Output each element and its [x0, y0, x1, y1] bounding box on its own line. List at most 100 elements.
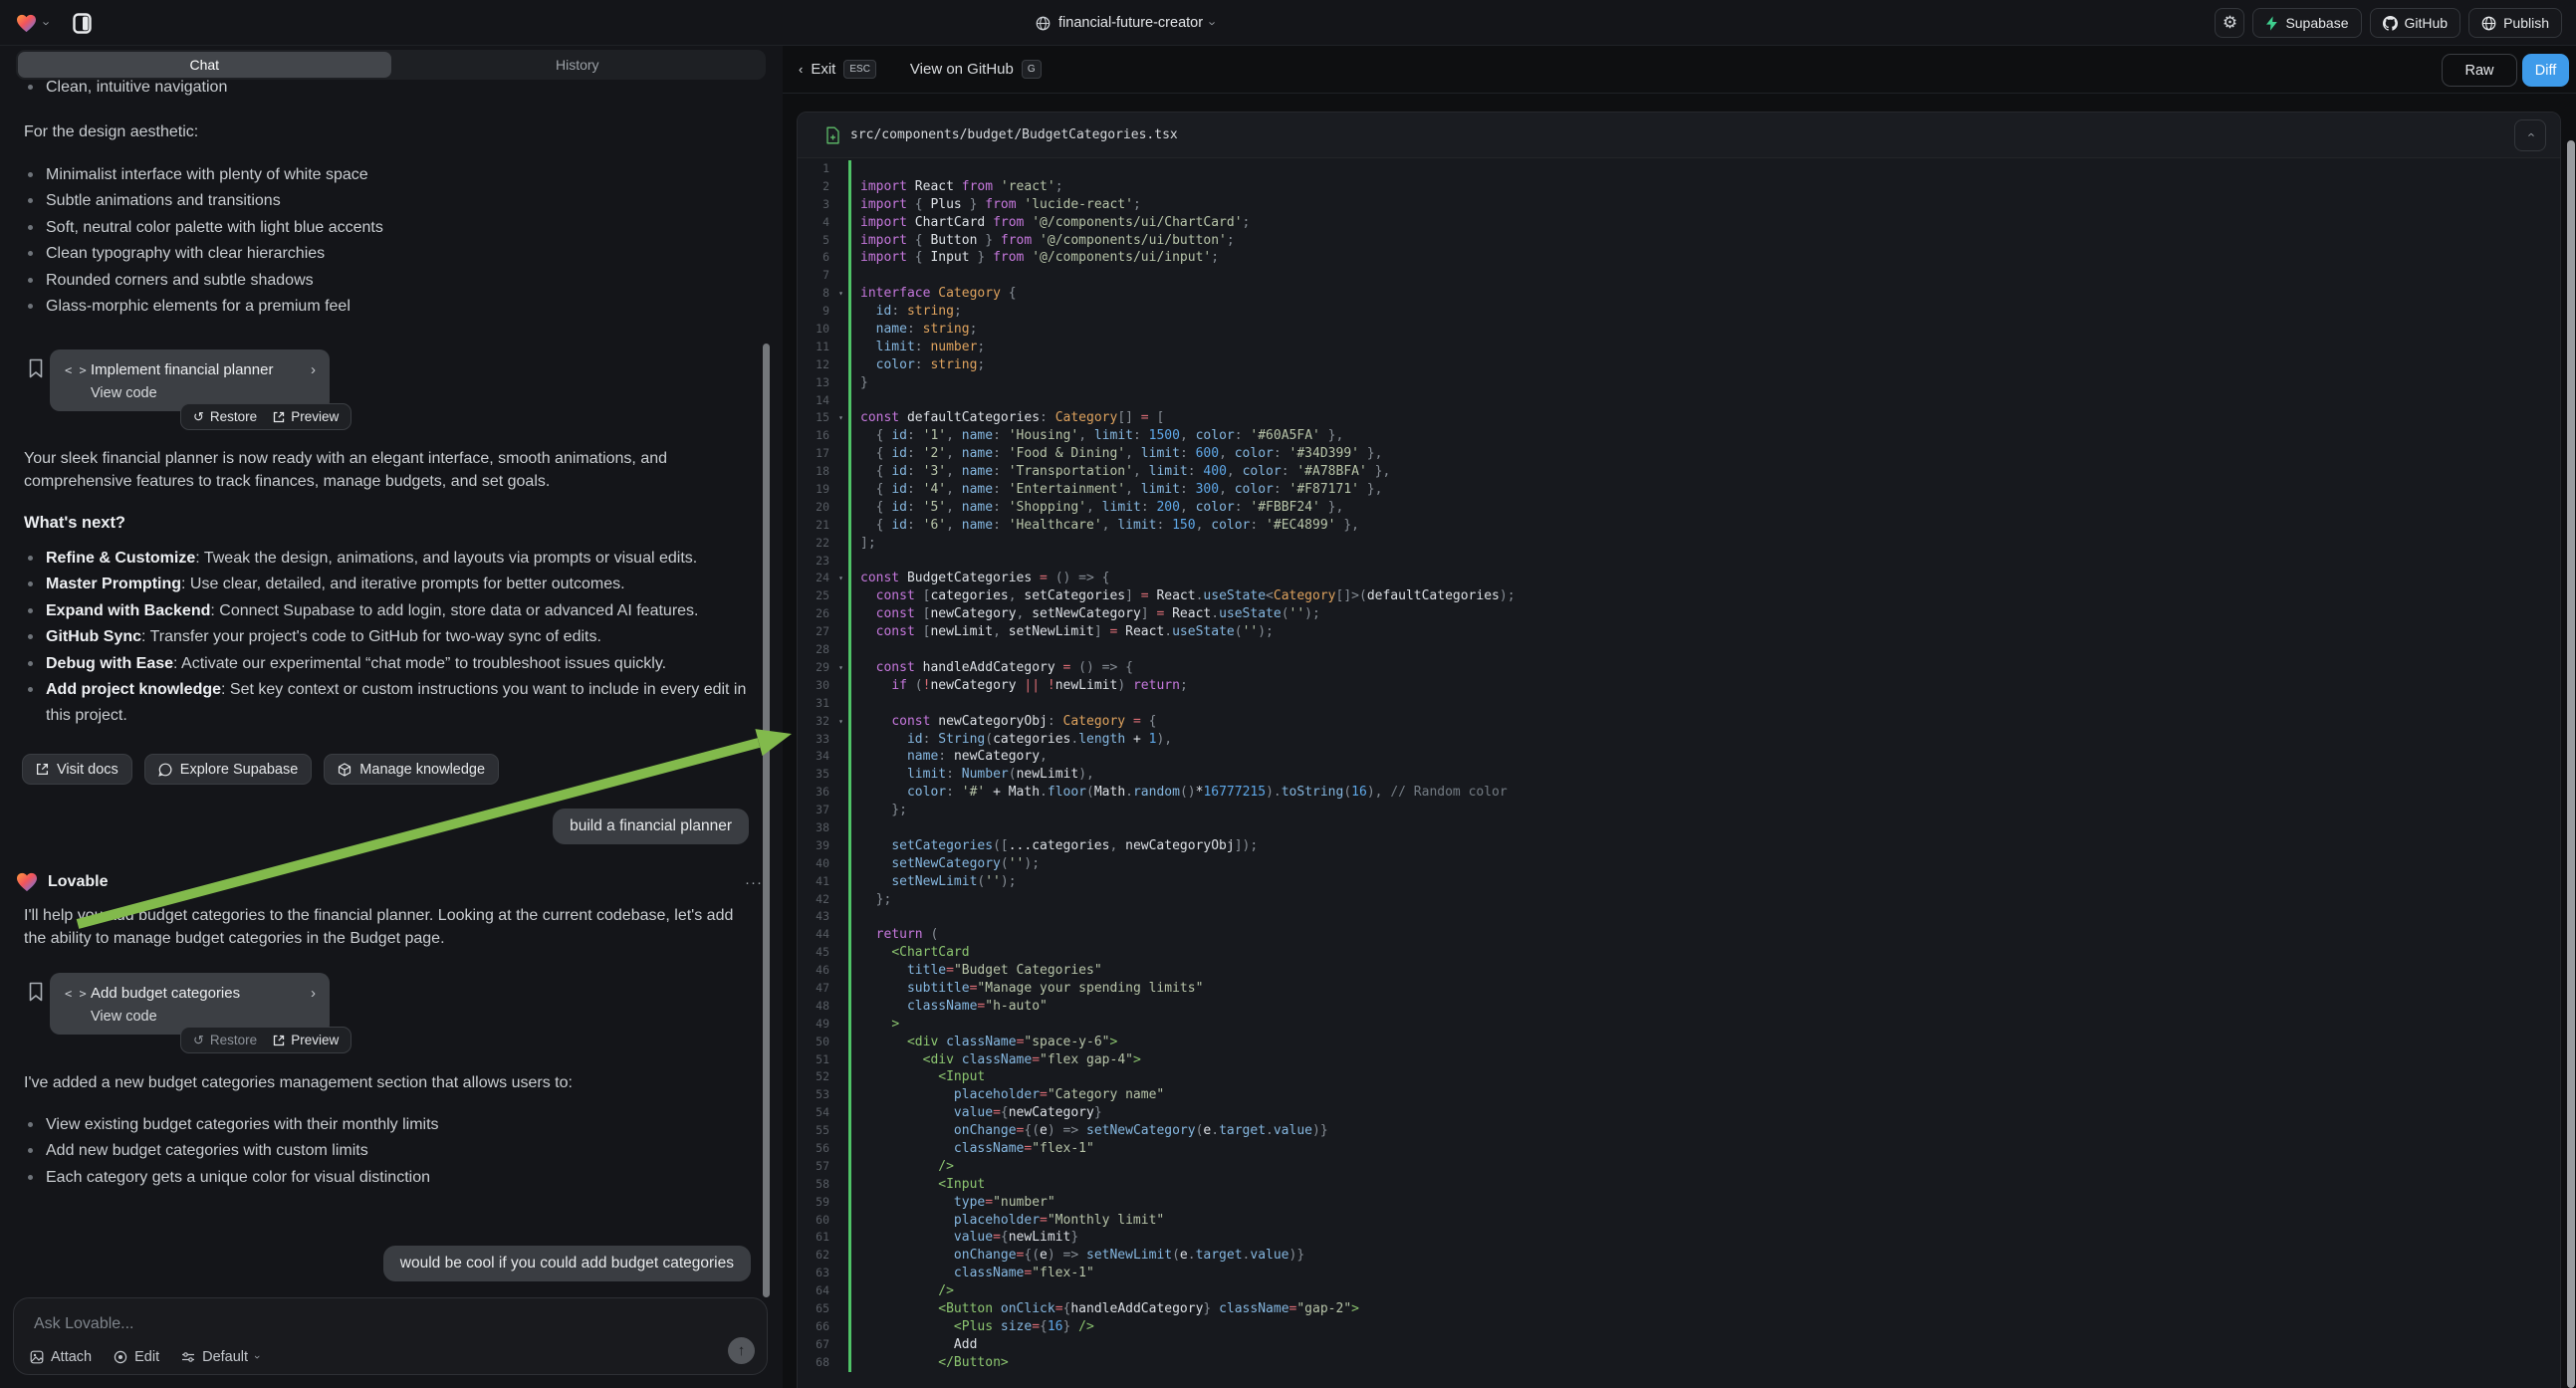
code-line-content: onChange={(e) => setNewLimit(e.target.va… — [848, 1247, 2560, 1265]
raw-toggle-button[interactable]: Raw — [2442, 54, 2517, 87]
toggle-sidebar-button[interactable] — [67, 8, 97, 38]
whats-next-heading: What's next? — [24, 514, 763, 533]
fold-gutter — [833, 178, 848, 196]
fold-chevron-icon[interactable]: ▾ — [833, 713, 848, 731]
line-number: 28 — [798, 641, 833, 659]
github-button[interactable]: GitHub — [2370, 8, 2461, 38]
code-line: 21 { id: '6', name: 'Healthcare', limit:… — [798, 517, 2560, 535]
preview-button[interactable]: Preview — [265, 404, 347, 429]
bookmark-icon[interactable] — [28, 982, 44, 1002]
code-line: 59 type="number" — [798, 1194, 2560, 1212]
chat-panel: Chat History Clean, intuitive navigation… — [0, 46, 783, 1388]
visit-docs-button[interactable]: Visit docs — [22, 754, 132, 785]
supabase-button[interactable]: Supabase — [2252, 8, 2361, 38]
file-header[interactable]: src/components/budget/BudgetCategories.t… — [798, 113, 2560, 158]
message-more-menu[interactable]: ··· — [745, 874, 763, 891]
g-key-badge: G — [1022, 60, 1042, 79]
code-editor[interactable]: 12import React from 'react';3import { Pl… — [798, 158, 2560, 1372]
line-number: 49 — [798, 1016, 833, 1034]
line-number: 13 — [798, 374, 833, 392]
mode-selector[interactable]: Default › — [181, 1349, 259, 1365]
code-line: 50 <div className="space-y-6"> — [798, 1034, 2560, 1051]
github-label: GitHub — [2405, 15, 2449, 31]
code-scrollbar[interactable] — [2567, 140, 2575, 1388]
view-on-github-button[interactable]: View on GitHub G — [910, 60, 1042, 79]
user-message-bubble: would be cool if you could add budget ca… — [383, 1246, 751, 1281]
chat-bubble-icon — [158, 763, 172, 777]
send-button[interactable]: ↑ — [728, 1337, 755, 1364]
line-number: 12 — [798, 356, 833, 374]
fold-chevron-icon[interactable]: ▾ — [833, 409, 848, 427]
code-line-content: limit: Number(newLimit), — [848, 766, 2560, 784]
fold-gutter — [833, 891, 848, 909]
code-line-content: const [categories, setCategories] = Reac… — [848, 587, 2560, 605]
code-line: 60 placeholder="Monthly limit" — [798, 1212, 2560, 1230]
publish-button[interactable]: Publish — [2468, 8, 2562, 38]
line-number: 65 — [798, 1300, 833, 1318]
code-line-content: limit: number; — [848, 339, 2560, 356]
fold-chevron-icon[interactable]: ▾ — [833, 285, 848, 303]
exit-button[interactable]: ‹ Exit esc — [799, 60, 876, 79]
project-switcher[interactable]: financial-future-creator › — [1036, 0, 1215, 46]
code-line-content: const [newLimit, setNewLimit] = React.us… — [848, 623, 2560, 641]
lovable-logo-icon[interactable] — [16, 14, 37, 33]
restore-button[interactable]: ↺Restore — [185, 404, 265, 429]
code-line: 16 { id: '1', name: 'Housing', limit: 15… — [798, 427, 2560, 445]
list-item: Clean, intuitive navigation — [24, 75, 763, 101]
code-line: 29▾ const handleAddCategory = () => { — [798, 659, 2560, 677]
code-line-content — [848, 267, 2560, 285]
fold-gutter — [833, 1336, 848, 1354]
code-line: 24▾const BudgetCategories = () => { — [798, 570, 2560, 587]
chevron-up-icon: › — [2523, 132, 2538, 136]
fold-chevron-icon[interactable]: ▾ — [833, 659, 848, 677]
line-number: 52 — [798, 1068, 833, 1086]
code-line: 52 <Input — [798, 1068, 2560, 1086]
edit-button[interactable]: Edit — [114, 1349, 159, 1365]
view-code-link[interactable]: View code — [91, 1009, 316, 1025]
chat-scrollbar[interactable] — [763, 344, 770, 1297]
line-number: 62 — [798, 1247, 833, 1265]
code-line: 44 return ( — [798, 926, 2560, 944]
version-card-implement-financial-planner[interactable]: < > Implement financial planner › View c… — [50, 349, 330, 411]
line-number: 30 — [798, 677, 833, 695]
collapse-file-button[interactable]: › — [2514, 119, 2546, 151]
code-line-content: className="flex-1" — [848, 1140, 2560, 1158]
code-line-content: /> — [848, 1158, 2560, 1176]
view-code-link[interactable]: View code — [91, 385, 316, 401]
version-card-title: Implement financial planner — [91, 361, 311, 378]
image-icon — [30, 1350, 44, 1364]
fold-chevron-icon[interactable]: ▾ — [833, 570, 848, 587]
restore-button[interactable]: ↺Restore — [185, 1028, 265, 1052]
line-number: 6 — [798, 249, 833, 267]
code-line: 43 — [798, 908, 2560, 926]
fold-gutter — [833, 445, 848, 463]
code-line-content: className="h-auto" — [848, 998, 2560, 1016]
line-number: 37 — [798, 802, 833, 819]
line-number: 59 — [798, 1194, 833, 1212]
code-line: 68 </Button> — [798, 1354, 2560, 1372]
code-line-content: <Button onClick={handleAddCategory} clas… — [848, 1300, 2560, 1318]
line-number: 68 — [798, 1354, 833, 1372]
fold-gutter — [833, 802, 848, 819]
preview-button[interactable]: Preview — [265, 1028, 347, 1052]
logo-menu-chevron-icon[interactable]: › — [40, 21, 55, 25]
settings-button[interactable]: ⚙ — [2215, 8, 2244, 38]
code-line-content: <div className="flex gap-4"> — [848, 1051, 2560, 1069]
code-line: 35 limit: Number(newLimit), — [798, 766, 2560, 784]
line-number: 2 — [798, 178, 833, 196]
fold-gutter — [833, 1176, 848, 1194]
publish-globe-icon — [2481, 16, 2496, 31]
version-card-add-budget-categories[interactable]: < > Add budget categories › View code ↺R… — [50, 973, 330, 1035]
fold-gutter — [833, 873, 848, 891]
attach-button[interactable]: Attach — [30, 1349, 92, 1365]
fold-gutter — [833, 1282, 848, 1300]
manage-knowledge-button[interactable]: Manage knowledge — [324, 754, 499, 785]
diff-toggle-button[interactable]: Diff — [2522, 54, 2569, 87]
bookmark-icon[interactable] — [28, 358, 44, 378]
explore-supabase-button[interactable]: Explore Supabase — [144, 754, 313, 785]
line-number: 46 — [798, 962, 833, 980]
line-number: 67 — [798, 1336, 833, 1354]
line-number: 11 — [798, 339, 833, 356]
chat-input[interactable] — [34, 1312, 747, 1336]
code-line: 39 setCategories([...categories, newCate… — [798, 837, 2560, 855]
